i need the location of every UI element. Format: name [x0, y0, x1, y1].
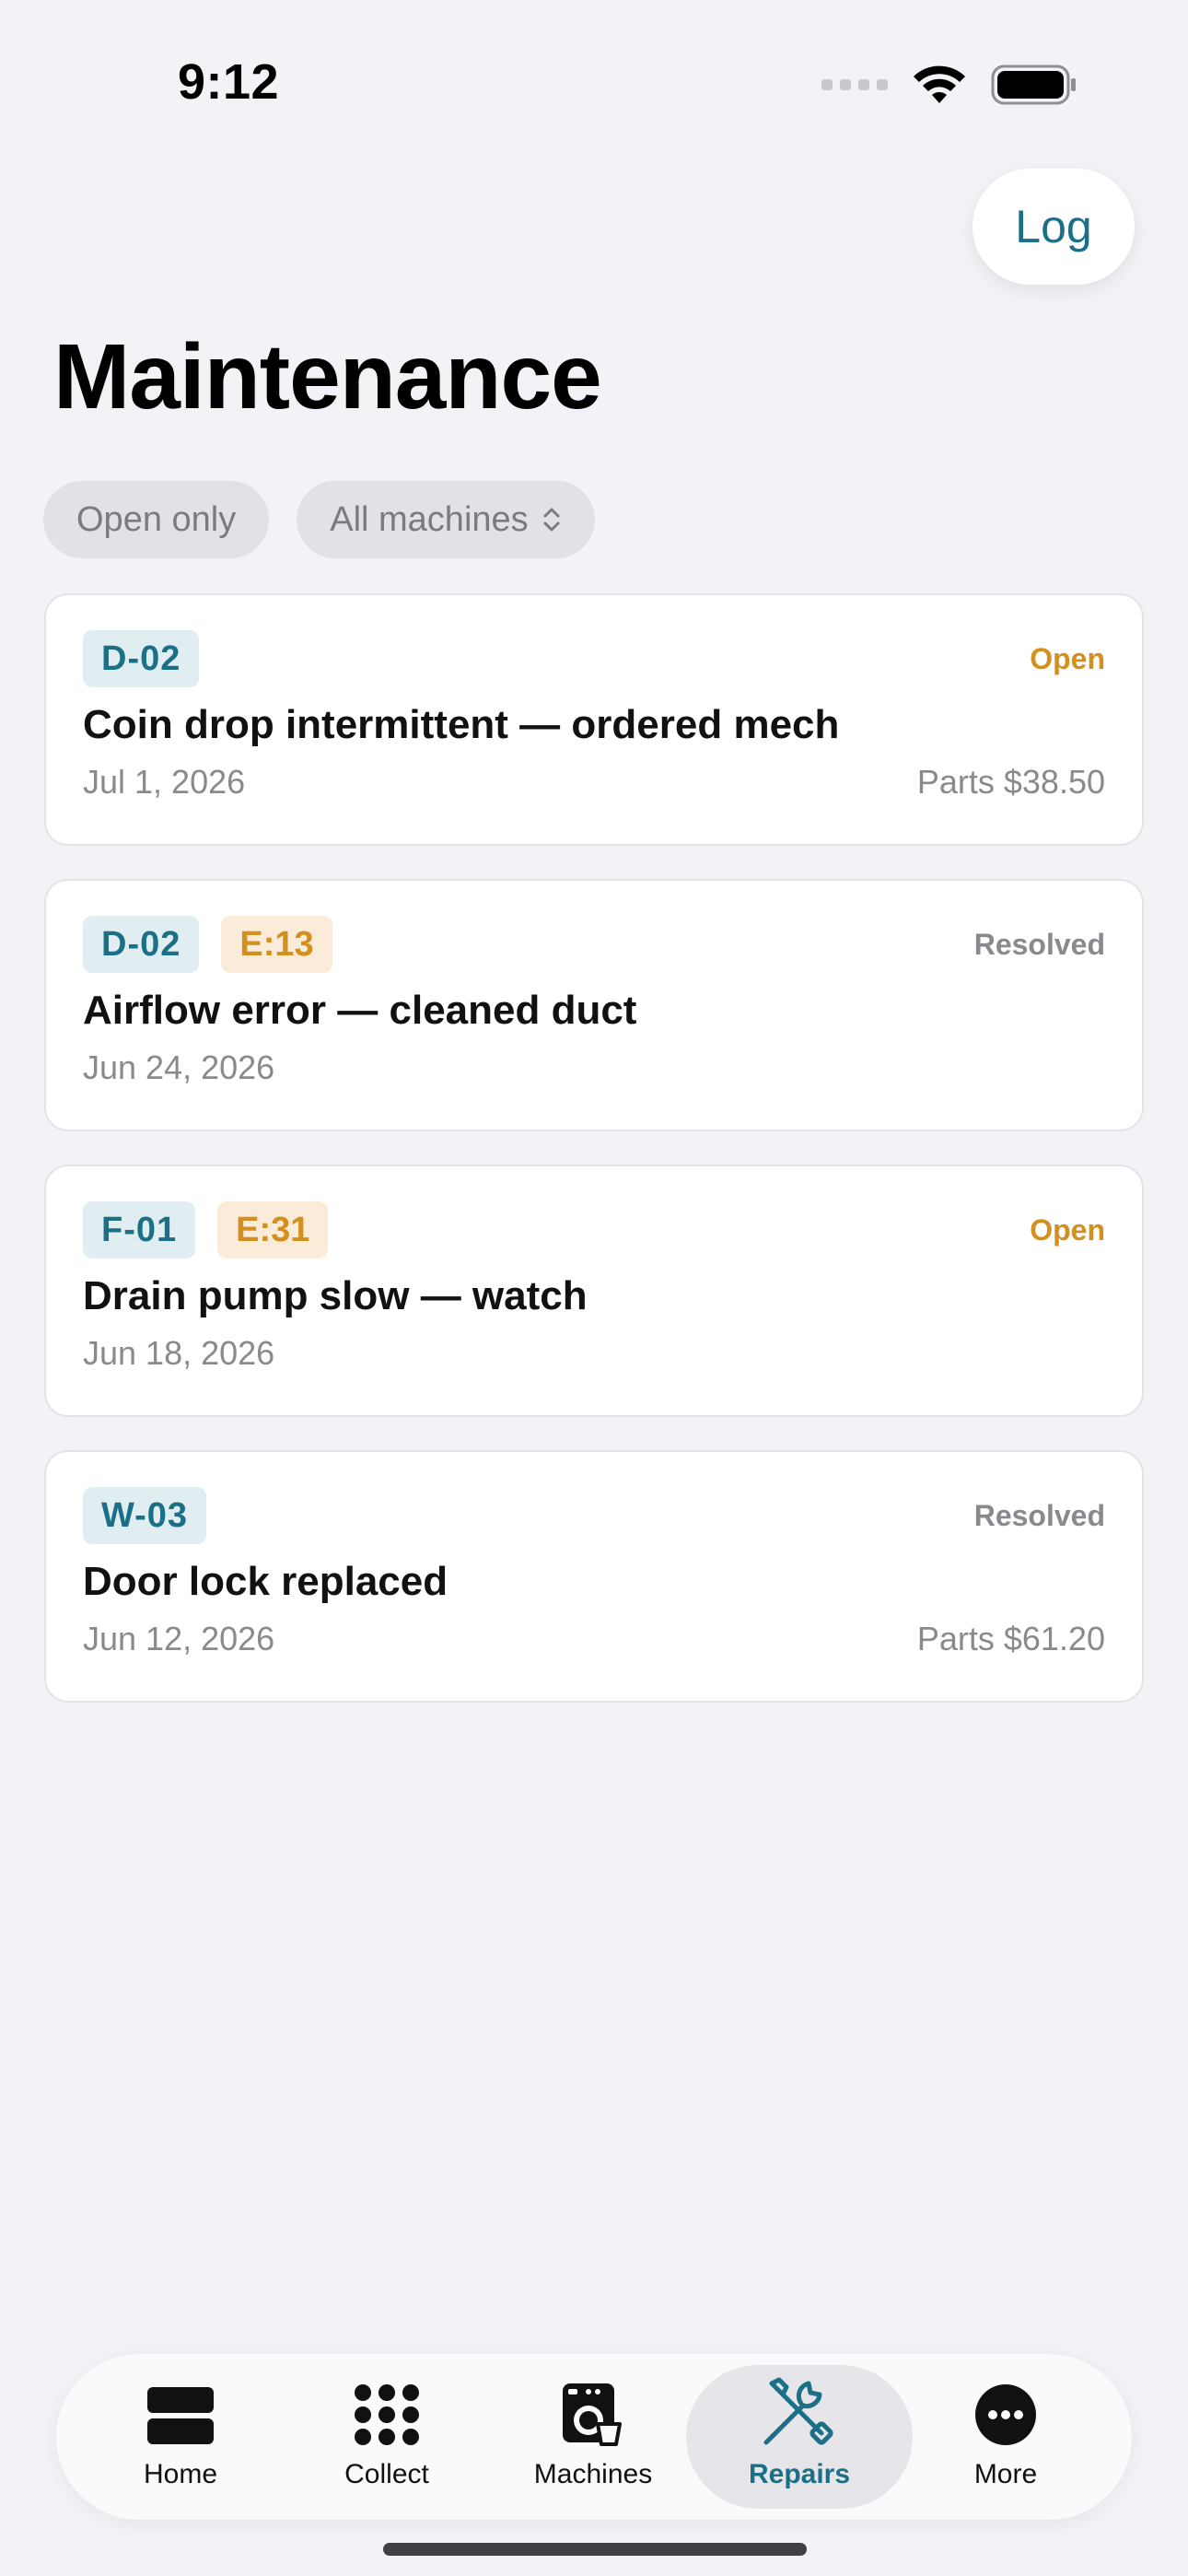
machine-filter-label: All machines: [330, 499, 529, 539]
status-label: Open: [1030, 641, 1105, 675]
parts-cost: Parts $61.20: [916, 1620, 1105, 1657]
cellular-signal-icon: [821, 79, 888, 90]
tab-label: Collect: [344, 2459, 429, 2489]
maintenance-screen: 9:12 Log Maintenance Open only All machi…: [0, 0, 1188, 2576]
status-label: Open: [1030, 1212, 1105, 1247]
wifi-icon: [914, 65, 965, 103]
tab-home[interactable]: Home: [67, 2365, 294, 2509]
log-button[interactable]: Log: [973, 169, 1135, 285]
maintenance-card[interactable]: F-01 E:31 Open Drain pump slow — watch J…: [44, 1165, 1144, 1417]
tab-machines[interactable]: Machines: [480, 2365, 706, 2509]
machine-filter-select[interactable]: All machines: [297, 481, 595, 558]
open-only-label: Open only: [76, 499, 237, 539]
status-label: Resolved: [973, 927, 1105, 961]
status-label: Resolved: [973, 1498, 1105, 1532]
maintenance-list: D-02 Open Coin drop intermittent — order…: [44, 593, 1144, 1736]
tab-collect[interactable]: Collect: [274, 2365, 500, 2509]
record-date: Jun 24, 2026: [83, 1048, 275, 1086]
parts-cost: Parts $38.50: [916, 763, 1105, 801]
tab-label: Machines: [533, 2459, 653, 2489]
record-title: Door lock replaced: [83, 1559, 448, 1604]
record-title: Airflow error — cleaned duct: [83, 988, 637, 1033]
tab-more[interactable]: More: [892, 2365, 1119, 2509]
maintenance-card[interactable]: W-03 Resolved Door lock replaced Jun 12,…: [44, 1450, 1144, 1703]
tab-repairs[interactable]: Repairs: [686, 2365, 913, 2509]
page-title: Maintenance: [53, 325, 602, 428]
tab-bar: Home Collect Machines Repairs More: [56, 2354, 1132, 2520]
record-date: Jun 18, 2026: [83, 1334, 275, 1372]
tab-label: Repairs: [748, 2459, 851, 2489]
record-title: Coin drop intermittent — ordered mech: [83, 702, 840, 747]
tab-label: More: [973, 2459, 1038, 2489]
record-title: Drain pump slow — watch: [83, 1273, 588, 1318]
home-indicator: [383, 2543, 807, 2556]
status-icons: [821, 64, 1077, 105]
grid-icon: [355, 2384, 419, 2445]
status-time: 9:12: [178, 54, 280, 110]
tab-label: Home: [143, 2459, 218, 2489]
machine-tag: D-02: [83, 916, 200, 973]
machine-tag: F-01: [83, 1201, 196, 1259]
filter-bar: Open only All machines: [43, 481, 595, 558]
ellipsis-icon: [975, 2384, 1036, 2445]
error-code-tag: E:13: [221, 916, 332, 973]
wrench-screwdriver-icon: [763, 2377, 833, 2445]
open-only-filter[interactable]: Open only: [43, 481, 270, 558]
chevron-up-down-icon: [543, 508, 560, 532]
record-date: Jun 12, 2026: [83, 1620, 275, 1657]
home-icon: [147, 2387, 214, 2444]
maintenance-card[interactable]: D-02 Open Coin drop intermittent — order…: [44, 593, 1144, 846]
error-code-tag: E:31: [217, 1201, 329, 1259]
battery-icon: [991, 64, 1076, 105]
washer-icon: [563, 2383, 622, 2446]
record-date: Jul 1, 2026: [83, 763, 246, 801]
machine-tag: W-03: [83, 1487, 207, 1544]
machine-tag: D-02: [83, 630, 200, 687]
maintenance-card[interactable]: D-02 E:13 Resolved Airflow error — clean…: [44, 879, 1144, 1131]
